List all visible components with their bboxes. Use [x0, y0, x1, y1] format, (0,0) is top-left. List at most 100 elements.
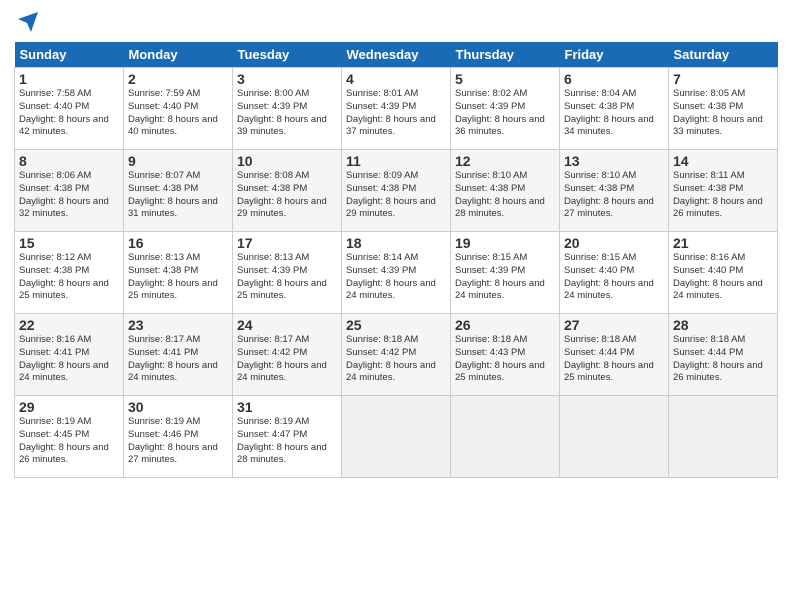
day-number: 18: [346, 235, 446, 251]
week-row-3: 15 Sunrise: 8:12 AMSunset: 4:38 PMDaylig…: [15, 232, 778, 314]
day-number: 12: [455, 153, 555, 169]
day-number: 9: [128, 153, 228, 169]
day-info: Sunrise: 8:16 AMSunset: 4:40 PMDaylight:…: [673, 252, 763, 301]
header-row: SundayMondayTuesdayWednesdayThursdayFrid…: [15, 42, 778, 68]
day-cell: 24 Sunrise: 8:17 AMSunset: 4:42 PMDaylig…: [233, 314, 342, 396]
day-number: 30: [128, 399, 228, 415]
day-info: Sunrise: 8:15 AMSunset: 4:39 PMDaylight:…: [455, 252, 545, 301]
day-cell: [451, 396, 560, 478]
day-number: 21: [673, 235, 773, 251]
day-cell: 15 Sunrise: 8:12 AMSunset: 4:38 PMDaylig…: [15, 232, 124, 314]
calendar-table: SundayMondayTuesdayWednesdayThursdayFrid…: [14, 42, 778, 478]
day-info: Sunrise: 7:58 AMSunset: 4:40 PMDaylight:…: [19, 88, 109, 137]
day-cell: 25 Sunrise: 8:18 AMSunset: 4:42 PMDaylig…: [342, 314, 451, 396]
day-number: 6: [564, 71, 664, 87]
day-cell: 1 Sunrise: 7:58 AMSunset: 4:40 PMDayligh…: [15, 68, 124, 150]
day-info: Sunrise: 8:19 AMSunset: 4:45 PMDaylight:…: [19, 416, 109, 465]
day-number: 23: [128, 317, 228, 333]
day-info: Sunrise: 8:13 AMSunset: 4:38 PMDaylight:…: [128, 252, 218, 301]
day-info: Sunrise: 8:05 AMSunset: 4:38 PMDaylight:…: [673, 88, 763, 137]
day-header-thursday: Thursday: [451, 42, 560, 68]
day-cell: 21 Sunrise: 8:16 AMSunset: 4:40 PMDaylig…: [669, 232, 778, 314]
day-cell: 16 Sunrise: 8:13 AMSunset: 4:38 PMDaylig…: [124, 232, 233, 314]
day-info: Sunrise: 8:08 AMSunset: 4:38 PMDaylight:…: [237, 170, 327, 219]
day-number: 2: [128, 71, 228, 87]
day-cell: 10 Sunrise: 8:08 AMSunset: 4:38 PMDaylig…: [233, 150, 342, 232]
day-number: 22: [19, 317, 119, 333]
day-cell: 14 Sunrise: 8:11 AMSunset: 4:38 PMDaylig…: [669, 150, 778, 232]
day-number: 29: [19, 399, 119, 415]
day-header-sunday: Sunday: [15, 42, 124, 68]
day-number: 26: [455, 317, 555, 333]
day-info: Sunrise: 8:10 AMSunset: 4:38 PMDaylight:…: [564, 170, 654, 219]
day-info: Sunrise: 8:18 AMSunset: 4:43 PMDaylight:…: [455, 334, 545, 383]
day-info: Sunrise: 8:14 AMSunset: 4:39 PMDaylight:…: [346, 252, 436, 301]
day-cell: 28 Sunrise: 8:18 AMSunset: 4:44 PMDaylig…: [669, 314, 778, 396]
calendar-container: SundayMondayTuesdayWednesdayThursdayFrid…: [0, 0, 792, 612]
day-number: 20: [564, 235, 664, 251]
day-cell: 5 Sunrise: 8:02 AMSunset: 4:39 PMDayligh…: [451, 68, 560, 150]
day-info: Sunrise: 8:04 AMSunset: 4:38 PMDaylight:…: [564, 88, 654, 137]
day-info: Sunrise: 8:10 AMSunset: 4:38 PMDaylight:…: [455, 170, 545, 219]
day-number: 4: [346, 71, 446, 87]
day-cell: 20 Sunrise: 8:15 AMSunset: 4:40 PMDaylig…: [560, 232, 669, 314]
day-number: 16: [128, 235, 228, 251]
day-header-monday: Monday: [124, 42, 233, 68]
day-info: Sunrise: 7:59 AMSunset: 4:40 PMDaylight:…: [128, 88, 218, 137]
day-number: 13: [564, 153, 664, 169]
day-number: 27: [564, 317, 664, 333]
day-cell: [342, 396, 451, 478]
week-row-5: 29 Sunrise: 8:19 AMSunset: 4:45 PMDaylig…: [15, 396, 778, 478]
day-info: Sunrise: 8:07 AMSunset: 4:38 PMDaylight:…: [128, 170, 218, 219]
week-row-2: 8 Sunrise: 8:06 AMSunset: 4:38 PMDayligh…: [15, 150, 778, 232]
day-header-saturday: Saturday: [669, 42, 778, 68]
day-number: 25: [346, 317, 446, 333]
day-info: Sunrise: 8:00 AMSunset: 4:39 PMDaylight:…: [237, 88, 327, 137]
day-info: Sunrise: 8:17 AMSunset: 4:41 PMDaylight:…: [128, 334, 218, 383]
day-number: 24: [237, 317, 337, 333]
day-info: Sunrise: 8:11 AMSunset: 4:38 PMDaylight:…: [673, 170, 763, 219]
day-info: Sunrise: 8:01 AMSunset: 4:39 PMDaylight:…: [346, 88, 436, 137]
day-cell: 31 Sunrise: 8:19 AMSunset: 4:47 PMDaylig…: [233, 396, 342, 478]
week-row-1: 1 Sunrise: 7:58 AMSunset: 4:40 PMDayligh…: [15, 68, 778, 150]
day-header-friday: Friday: [560, 42, 669, 68]
day-number: 19: [455, 235, 555, 251]
day-cell: 7 Sunrise: 8:05 AMSunset: 4:38 PMDayligh…: [669, 68, 778, 150]
day-info: Sunrise: 8:06 AMSunset: 4:38 PMDaylight:…: [19, 170, 109, 219]
day-number: 3: [237, 71, 337, 87]
day-info: Sunrise: 8:18 AMSunset: 4:44 PMDaylight:…: [673, 334, 763, 383]
day-info: Sunrise: 8:09 AMSunset: 4:38 PMDaylight:…: [346, 170, 436, 219]
logo-bird-icon: [16, 10, 40, 40]
day-cell: 22 Sunrise: 8:16 AMSunset: 4:41 PMDaylig…: [15, 314, 124, 396]
day-cell: 13 Sunrise: 8:10 AMSunset: 4:38 PMDaylig…: [560, 150, 669, 232]
day-info: Sunrise: 8:17 AMSunset: 4:42 PMDaylight:…: [237, 334, 327, 383]
day-info: Sunrise: 8:02 AMSunset: 4:39 PMDaylight:…: [455, 88, 545, 137]
day-number: 10: [237, 153, 337, 169]
day-number: 5: [455, 71, 555, 87]
day-number: 28: [673, 317, 773, 333]
day-cell: 12 Sunrise: 8:10 AMSunset: 4:38 PMDaylig…: [451, 150, 560, 232]
day-cell: 23 Sunrise: 8:17 AMSunset: 4:41 PMDaylig…: [124, 314, 233, 396]
day-number: 15: [19, 235, 119, 251]
day-header-wednesday: Wednesday: [342, 42, 451, 68]
day-info: Sunrise: 8:19 AMSunset: 4:47 PMDaylight:…: [237, 416, 327, 465]
day-number: 17: [237, 235, 337, 251]
day-info: Sunrise: 8:18 AMSunset: 4:44 PMDaylight:…: [564, 334, 654, 383]
day-info: Sunrise: 8:19 AMSunset: 4:46 PMDaylight:…: [128, 416, 218, 465]
day-cell: 17 Sunrise: 8:13 AMSunset: 4:39 PMDaylig…: [233, 232, 342, 314]
day-cell: 30 Sunrise: 8:19 AMSunset: 4:46 PMDaylig…: [124, 396, 233, 478]
day-number: 1: [19, 71, 119, 87]
week-row-4: 22 Sunrise: 8:16 AMSunset: 4:41 PMDaylig…: [15, 314, 778, 396]
day-cell: 26 Sunrise: 8:18 AMSunset: 4:43 PMDaylig…: [451, 314, 560, 396]
day-cell: [669, 396, 778, 478]
day-cell: 11 Sunrise: 8:09 AMSunset: 4:38 PMDaylig…: [342, 150, 451, 232]
day-info: Sunrise: 8:15 AMSunset: 4:40 PMDaylight:…: [564, 252, 654, 301]
day-info: Sunrise: 8:13 AMSunset: 4:39 PMDaylight:…: [237, 252, 327, 301]
day-cell: 18 Sunrise: 8:14 AMSunset: 4:39 PMDaylig…: [342, 232, 451, 314]
day-cell: 19 Sunrise: 8:15 AMSunset: 4:39 PMDaylig…: [451, 232, 560, 314]
day-cell: 4 Sunrise: 8:01 AMSunset: 4:39 PMDayligh…: [342, 68, 451, 150]
day-info: Sunrise: 8:12 AMSunset: 4:38 PMDaylight:…: [19, 252, 109, 301]
day-number: 14: [673, 153, 773, 169]
day-number: 11: [346, 153, 446, 169]
day-cell: [560, 396, 669, 478]
